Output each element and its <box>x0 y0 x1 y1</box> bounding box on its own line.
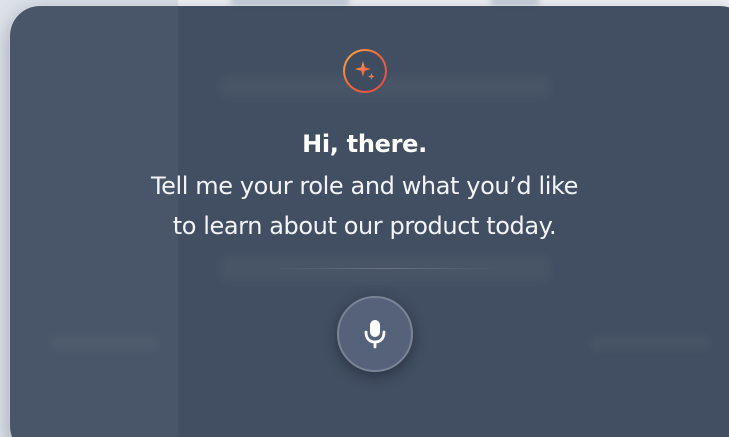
microphone-icon <box>364 320 386 349</box>
greeting-title: Hi, there. <box>302 130 427 158</box>
assistant-greeting: Hi, there. Tell me your role and what yo… <box>0 128 729 246</box>
microphone-button[interactable] <box>337 296 413 372</box>
prompt-line-2: to learn about our product today. <box>172 212 557 240</box>
sparkles-icon <box>355 61 375 80</box>
voice-assistant-screen: Hi, there. Tell me your role and what yo… <box>0 0 729 437</box>
sparkles-badge <box>343 49 387 93</box>
divider <box>270 268 500 269</box>
prompt-line-1: Tell me your role and what you’d like <box>150 172 579 200</box>
